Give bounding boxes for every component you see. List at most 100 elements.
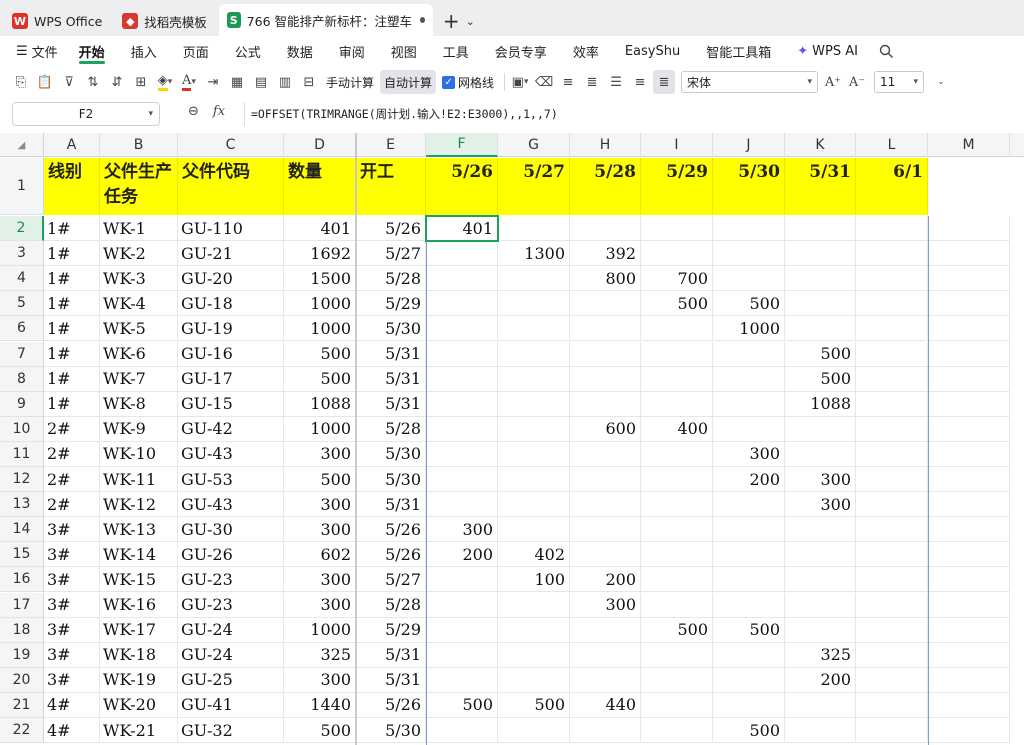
cell-line[interactable]: 2#: [44, 492, 100, 518]
align-left-icon[interactable]: ≣: [581, 70, 603, 94]
cell-day-qty[interactable]: [570, 441, 641, 467]
cell-task[interactable]: WK-8: [100, 391, 178, 417]
cell-day-qty[interactable]: 800: [570, 266, 641, 292]
header-date[interactable]: 5/29: [641, 158, 713, 215]
cell-qty[interactable]: 1500: [284, 266, 356, 292]
cell-qty[interactable]: 300: [284, 592, 356, 618]
fx-icon[interactable]: fx: [213, 104, 225, 119]
cell-code[interactable]: GU-21: [178, 241, 284, 267]
cell-day-qty[interactable]: [641, 391, 713, 417]
menu-efficiency[interactable]: 效率: [560, 36, 612, 66]
cell-task[interactable]: WK-1: [100, 216, 178, 242]
cell-day-qty[interactable]: [498, 718, 570, 744]
cell-day-qty[interactable]: [570, 291, 641, 317]
cell-line[interactable]: 4#: [44, 718, 100, 744]
cell-code[interactable]: GU-16: [178, 341, 284, 367]
tab-docer-templates[interactable]: ◆ 找稻壳模板: [114, 6, 215, 36]
row-header-15[interactable]: 15: [0, 542, 44, 568]
cell-day-qty[interactable]: [713, 517, 785, 543]
cell-day-qty[interactable]: [856, 366, 928, 392]
cell-line[interactable]: 2#: [44, 441, 100, 467]
cell-line[interactable]: 1#: [44, 241, 100, 267]
cell-day-qty[interactable]: [641, 642, 713, 668]
cell-day-qty[interactable]: [856, 467, 928, 493]
cell-day-qty[interactable]: [856, 667, 928, 693]
name-box[interactable]: F2 ▾: [12, 102, 160, 126]
cell-day-qty[interactable]: [856, 542, 928, 568]
cell-empty[interactable]: [928, 642, 1010, 668]
menu-home[interactable]: 开始: [66, 36, 118, 66]
row-header-17[interactable]: 17: [0, 592, 44, 618]
cell-day-qty[interactable]: [856, 492, 928, 518]
cell-day-qty[interactable]: [856, 592, 928, 618]
menu-insert[interactable]: 插入: [118, 36, 170, 66]
column-header-g[interactable]: G: [498, 133, 570, 157]
cell-empty[interactable]: [928, 542, 1010, 568]
cell-day-qty[interactable]: [641, 517, 713, 543]
cell-day-qty[interactable]: [856, 266, 928, 292]
cell-day-qty[interactable]: [641, 467, 713, 493]
row-header-10[interactable]: 10: [0, 416, 44, 442]
cell-day-qty[interactable]: [785, 416, 856, 442]
cell-start[interactable]: 5/29: [356, 291, 426, 317]
cell-qty[interactable]: 300: [284, 517, 356, 543]
cell-line[interactable]: 3#: [44, 517, 100, 543]
column-header-a[interactable]: A: [44, 133, 100, 157]
cell-line[interactable]: 3#: [44, 542, 100, 568]
cell-code[interactable]: GU-32: [178, 718, 284, 744]
column-header-e[interactable]: E: [356, 133, 426, 157]
cell-day-qty[interactable]: [498, 617, 570, 643]
cell-empty[interactable]: [928, 416, 1010, 442]
cell-day-qty[interactable]: [713, 341, 785, 367]
menu-formula[interactable]: 公式: [222, 36, 274, 66]
cell-task[interactable]: WK-3: [100, 266, 178, 292]
cell-code[interactable]: GU-24: [178, 642, 284, 668]
row-header-5[interactable]: 5: [0, 291, 44, 317]
cell-day-qty[interactable]: [426, 366, 498, 392]
cell-day-qty[interactable]: [498, 341, 570, 367]
cell-empty[interactable]: [928, 241, 1010, 267]
cell-day-qty[interactable]: 500: [426, 692, 498, 718]
cell-day-qty[interactable]: [498, 642, 570, 668]
freeze-icon[interactable]: ▤: [250, 70, 272, 94]
cell-empty[interactable]: [928, 692, 1010, 718]
cell-day-qty[interactable]: 300: [785, 467, 856, 493]
header-start[interactable]: 开工: [356, 158, 426, 215]
cell-start[interactable]: 5/26: [356, 692, 426, 718]
cell-qty[interactable]: 1000: [284, 617, 356, 643]
cell-day-qty[interactable]: [641, 692, 713, 718]
cell-day-qty[interactable]: 500: [498, 692, 570, 718]
tab-list-chevron-down-icon[interactable]: ⌄: [466, 6, 475, 36]
cell-qty[interactable]: 500: [284, 467, 356, 493]
cell-line[interactable]: 3#: [44, 567, 100, 593]
cell-code[interactable]: GU-23: [178, 592, 284, 618]
cell-day-qty[interactable]: [570, 642, 641, 668]
font-size-select[interactable]: 11 ▾: [874, 71, 925, 93]
cell-day-qty[interactable]: 1000: [713, 316, 785, 342]
cell-day-qty[interactable]: 500: [785, 366, 856, 392]
cell-day-qty[interactable]: [641, 341, 713, 367]
cell-code[interactable]: GU-18: [178, 291, 284, 317]
cell-task[interactable]: WK-9: [100, 416, 178, 442]
cell-day-qty[interactable]: [426, 492, 498, 518]
cell-day-qty[interactable]: [785, 592, 856, 618]
cell-start[interactable]: 5/27: [356, 567, 426, 593]
cell-day-qty[interactable]: [713, 667, 785, 693]
cell-day-qty[interactable]: [498, 216, 570, 242]
cell-day-qty[interactable]: [641, 667, 713, 693]
cell-code[interactable]: GU-26: [178, 542, 284, 568]
cell-empty[interactable]: [928, 216, 1010, 242]
cell-day-qty[interactable]: 200: [426, 542, 498, 568]
table-style-icon[interactable]: ▥: [274, 70, 296, 94]
cell-qty[interactable]: 1440: [284, 692, 356, 718]
cell-day-qty[interactable]: [498, 366, 570, 392]
cell-qty[interactable]: 300: [284, 567, 356, 593]
auto-calc-button[interactable]: 自动计算: [380, 70, 437, 94]
header-date[interactable]: 5/26: [426, 158, 498, 215]
cell-task[interactable]: WK-2: [100, 241, 178, 267]
menu-view[interactable]: 视图: [378, 36, 430, 66]
cell-task[interactable]: WK-10: [100, 441, 178, 467]
cell-day-qty[interactable]: 300: [426, 517, 498, 543]
cell-empty[interactable]: [928, 667, 1010, 693]
cell-start[interactable]: 5/29: [356, 617, 426, 643]
